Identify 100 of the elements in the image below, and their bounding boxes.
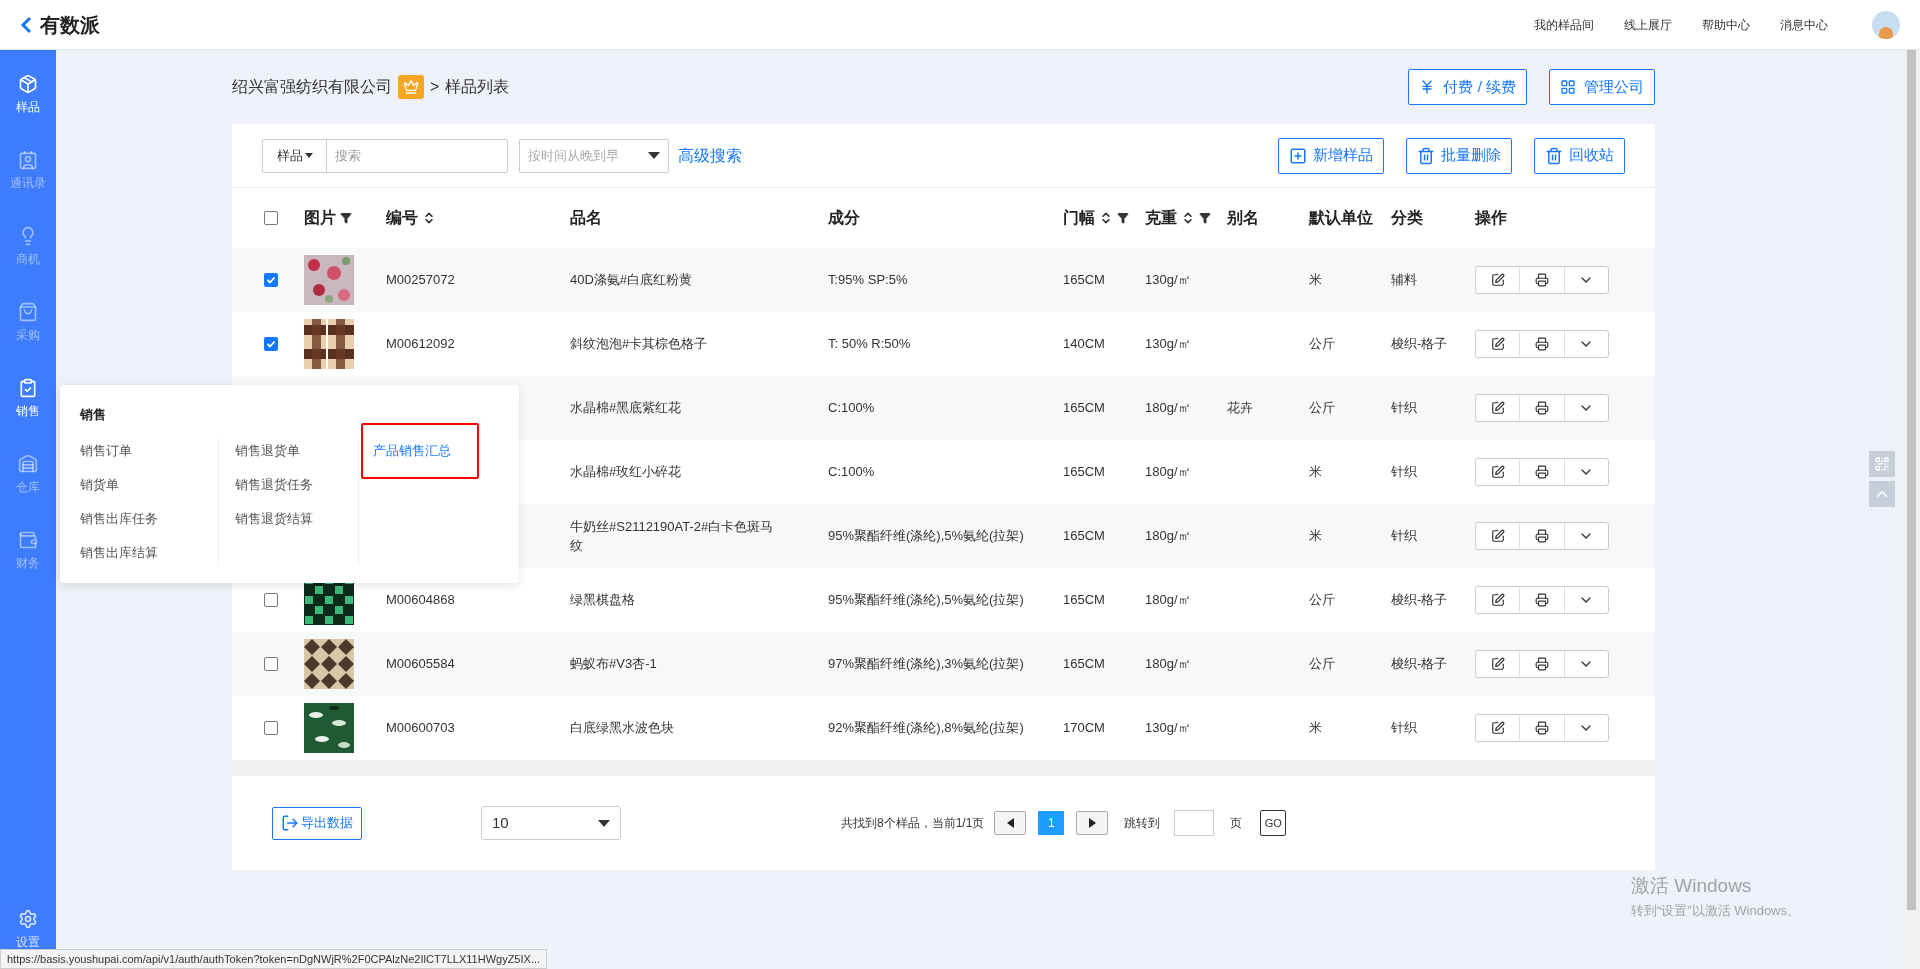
export-button[interactable]: 导出数据	[272, 806, 362, 840]
table-cell: 180g/㎡	[1145, 592, 1191, 608]
edit-icon	[1490, 337, 1505, 351]
checkbox[interactable]	[264, 211, 278, 225]
page-size-dropdown[interactable]: 10	[481, 806, 621, 840]
menu-item[interactable]: 销售退货任务	[234, 472, 358, 497]
header-button[interactable]: 付费 / 续费	[1408, 69, 1527, 105]
table-cell: 95%聚酯纤维(涤纶),5%氨纶(拉架)	[828, 528, 1024, 544]
printer-icon	[1535, 593, 1549, 607]
page-button[interactable]: 1	[1038, 811, 1065, 835]
table-cell: 针织	[1391, 720, 1417, 736]
table-cell: 米	[1309, 528, 1322, 544]
header-button[interactable]: 管理公司	[1549, 69, 1655, 105]
nav-link[interactable]: 线上展厅	[1624, 15, 1672, 34]
menu-item[interactable]: 产品销售汇总	[360, 422, 479, 479]
sort-dropdown[interactable]: 按时间从晚到早	[519, 138, 669, 173]
grid-icon	[1560, 79, 1576, 95]
table-cell: M00600703	[386, 720, 455, 736]
sidebar-item[interactable]: 销售	[16, 378, 40, 454]
advanced-search-link[interactable]: 高级搜索	[678, 143, 742, 168]
sort-icon[interactable]	[422, 211, 436, 225]
menu-item[interactable]: 销售出库结算	[80, 540, 218, 565]
warehouse-icon	[18, 454, 38, 474]
checkbox[interactable]	[264, 721, 278, 735]
checkbox[interactable]	[264, 657, 278, 671]
column-header: 别名	[1227, 208, 1259, 228]
menu-item[interactable]: 销售退货结算	[234, 506, 358, 531]
sidebar-item[interactable]: 设置	[16, 909, 40, 951]
filter-icon[interactable]	[340, 212, 352, 224]
checkbox[interactable]	[264, 593, 278, 607]
page-unit: 页	[1230, 815, 1243, 832]
toolbar-button[interactable]: 批量删除	[1406, 137, 1512, 174]
next-page-button[interactable]	[1076, 811, 1109, 835]
table-cell: 公斤	[1309, 400, 1335, 416]
activation-hint: 转到“设置”以激活 Windows。	[1631, 901, 1800, 920]
table-cell: 180g/㎡	[1145, 656, 1191, 672]
printer-icon	[1535, 401, 1549, 415]
table-cell: 梭织-格子	[1391, 656, 1448, 672]
table-cell: 165CM	[1063, 656, 1105, 672]
table-cell: M00612092	[386, 336, 455, 352]
caret-icon	[304, 152, 313, 159]
table-cell: 米	[1309, 272, 1322, 288]
sidebar-item[interactable]: 样品	[16, 74, 40, 150]
plus-icon	[1289, 146, 1307, 165]
crown-icon	[403, 79, 419, 95]
column-header: 分类	[1391, 208, 1423, 228]
search-field[interactable]: 样品 搜索	[262, 138, 508, 173]
column-header: 默认单位	[1309, 208, 1373, 228]
table-cell-text: 水晶棉#玫红小碎花	[570, 463, 682, 482]
menu-item[interactable]: 销货单	[80, 472, 218, 497]
filter-icon[interactable]	[1117, 212, 1129, 224]
sort-icon[interactable]	[1099, 211, 1113, 225]
table-cell: 165CM	[1063, 592, 1105, 608]
column-header: 编号	[386, 208, 418, 228]
toolbar-button[interactable]: 回收站	[1534, 137, 1625, 174]
table-cell: 170CM	[1063, 720, 1105, 736]
edit-icon	[1490, 465, 1505, 479]
sort-icon[interactable]	[1181, 211, 1195, 225]
checkbox[interactable]	[264, 273, 278, 287]
go-button[interactable]: GO	[1260, 810, 1287, 836]
column-header: 品名	[570, 208, 602, 228]
table-cell: 180g/㎡	[1145, 464, 1191, 480]
table-cell: 165CM	[1063, 464, 1105, 480]
status-url: https://basis.youshupai.com/api/v1/auth/authToken?token=nDgNWjR%2F0CPAlzNe2IlCT7LLX11HWgyZ5IX...	[0, 949, 548, 969]
table-cell: 针织	[1391, 400, 1417, 416]
caret-icon	[648, 152, 660, 159]
printer-icon	[1535, 273, 1549, 287]
table-cell: 130g/㎡	[1145, 720, 1191, 736]
result-summary: 共找到8个样品，当前1/1页	[841, 815, 985, 832]
clipboard-icon	[18, 378, 38, 398]
nav-link[interactable]: 消息中心	[1780, 15, 1828, 34]
nav-link[interactable]: 帮助中心	[1702, 15, 1750, 34]
table-cell: 180g/㎡	[1145, 528, 1191, 544]
edit-icon	[1490, 401, 1505, 415]
table-cell: 梭织-格子	[1391, 336, 1448, 352]
jump-label: 跳转到	[1124, 815, 1161, 832]
right-triangle-icon	[1088, 818, 1096, 828]
menu-item[interactable]: 销售订单	[80, 438, 218, 463]
filter-icon[interactable]	[1199, 212, 1211, 224]
scope-dropdown[interactable]: 样品	[276, 145, 303, 166]
package-icon	[18, 74, 38, 94]
check-icon	[266, 339, 276, 349]
trash-icon	[1417, 146, 1435, 165]
prev-page-button[interactable]	[994, 811, 1027, 835]
table-cell: T: 50% R:50%	[828, 336, 911, 352]
table-cell: 针织	[1391, 528, 1417, 544]
edit-icon	[1490, 529, 1505, 543]
vertical-scrollbar[interactable]	[1903, 50, 1920, 969]
menu-item[interactable]: 销售出库任务	[80, 506, 218, 531]
table-cell-text: 绿黑棋盘格	[570, 591, 635, 610]
table-cell: 130g/㎡	[1145, 272, 1191, 288]
toolbar-button[interactable]: 新增样品	[1278, 137, 1384, 174]
page-input[interactable]	[1174, 810, 1215, 836]
menu-item[interactable]: 销售退货单	[234, 438, 358, 463]
column-header: 图片	[304, 208, 336, 228]
table-cell: 140CM	[1063, 336, 1105, 352]
column-header: 成分	[828, 208, 860, 228]
nav-link[interactable]: 我的样品间	[1534, 15, 1594, 34]
table-cell: 花卉	[1227, 400, 1253, 416]
checkbox[interactable]	[264, 337, 278, 351]
